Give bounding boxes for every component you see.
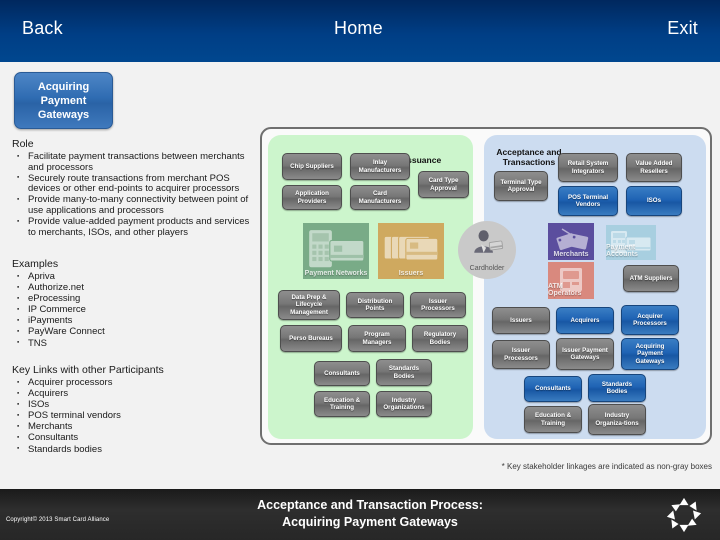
node-industry-organizations[interactable]: Industry Organizations <box>376 391 432 417</box>
list-item: iPayments <box>12 316 252 327</box>
key-links-heading: Key Links with other Participants <box>12 364 164 376</box>
examples-section: Examples Apriva Authorize.net eProcessin… <box>12 258 252 350</box>
node-issuers[interactable]: Issuers <box>492 307 550 334</box>
tile-payment-accounts[interactable]: Payment Accounts <box>606 225 656 260</box>
node-isos[interactable]: ISOs <box>626 186 682 216</box>
key-links-list: Acquirer processors Acquirers ISOs POS t… <box>12 377 252 456</box>
list-item: PayWare Connect <box>12 327 252 338</box>
node-standards-bodies[interactable]: Standards Bodies <box>588 374 646 402</box>
node-standards-bodies[interactable]: Standards Bodies <box>376 359 432 386</box>
node-industry-organizations[interactable]: Industry Organiza-tions <box>588 404 646 435</box>
list-item: POS terminal vendors <box>12 411 252 422</box>
list-item: Authorize.net <box>12 282 252 294</box>
node-perso-bureaus[interactable]: Perso Bureaus <box>280 325 342 352</box>
tile-merchants[interactable]: Merchants <box>548 223 594 260</box>
list-item: Provide many-to-many connectivity betwee… <box>12 195 252 216</box>
node-data-prep-lifecycle-management[interactable]: Data Prep & Lifecycle Management <box>278 290 340 320</box>
node-acquirer-processors[interactable]: Acquirer Processors <box>621 305 679 335</box>
node-card-type-approval[interactable]: Card Type Approval <box>418 171 469 198</box>
node-issuer-processors[interactable]: Issuer Processors <box>492 340 550 369</box>
node-atm-suppliers[interactable]: ATM Suppliers <box>623 265 679 292</box>
node-education-training[interactable]: Education & Training <box>314 391 370 417</box>
examples-list: Apriva Authorize.net eProcessing IP Comm… <box>12 271 252 350</box>
list-item: Acquirers <box>12 388 252 400</box>
tile-label: ATM Operators <box>548 283 582 297</box>
topic-line-3: Gateways <box>37 108 90 121</box>
role-heading: Role <box>12 138 34 150</box>
role-section: Role Facilitate payment transactions bet… <box>12 138 252 239</box>
key-links-section: Key Links with other Participants Acquir… <box>12 364 252 456</box>
list-item: eProcessing <box>12 294 252 305</box>
node-acquiring-payment-gateways[interactable]: Acquiring Payment Gateways <box>621 338 679 370</box>
node-distribution-points[interactable]: Distribution Points <box>346 292 404 318</box>
node-application-providers[interactable]: Application Providers <box>282 185 342 210</box>
top-navigation-bar: Back Home Exit <box>0 0 720 62</box>
list-item: Provide value-added payment products and… <box>12 216 252 238</box>
node-value-added-resellers[interactable]: Value Added Resellers <box>626 153 682 182</box>
slide-title-line-2: Acquiring Payment Gateways <box>282 515 458 529</box>
topic-line-1: Acquiring <box>37 80 90 93</box>
node-card-manufacturers[interactable]: Card Manufacturers <box>350 185 410 210</box>
node-pos-terminal-vendors[interactable]: POS Terminal Vendors <box>558 186 618 216</box>
tile-label: Merchants <box>553 251 589 258</box>
cardholder-label: Cardholder <box>469 265 505 272</box>
node-consultants[interactable]: Consultants <box>524 376 582 402</box>
tile-issuers[interactable]: Issuers <box>378 223 444 279</box>
list-item: IP Commerce <box>12 305 252 316</box>
examples-heading: Examples <box>12 258 59 270</box>
role-list: Facilitate payment transactions between … <box>12 151 252 238</box>
node-consultants[interactable]: Consultants <box>314 361 370 386</box>
list-item: Apriva <box>12 271 252 283</box>
left-content-column: Acquiring Payment Gateways Role Facilita… <box>0 62 258 462</box>
node-regulatory-bodies[interactable]: Regulatory Bodies <box>412 325 468 352</box>
issuance-panel: Issuance Chip Suppliers Inlay Manufactur… <box>268 135 473 439</box>
node-education-training[interactable]: Education & Training <box>524 406 582 433</box>
cardholder-person-icon <box>474 230 504 253</box>
tile-label: Issuers <box>398 270 424 277</box>
list-item: Acquirer processors <box>12 377 252 389</box>
tile-label: Payment Networks <box>304 270 368 277</box>
list-item: Securely route transactions from merchan… <box>12 173 252 195</box>
node-acquirers[interactable]: Acquirers <box>556 307 614 334</box>
smart-card-alliance-logo-icon <box>666 497 702 533</box>
stacked-cards-icon <box>383 235 439 261</box>
node-issuer-processors[interactable]: Issuer Processors <box>410 292 466 318</box>
acceptance-transactions-panel: Acceptance and Transactions Terminal Typ… <box>484 135 706 439</box>
tile-payment-networks[interactable]: Payment Networks <box>303 223 369 279</box>
slide-title: Acceptance and Transaction Process: Acqu… <box>180 497 560 531</box>
list-item: Facilitate payment transactions between … <box>12 151 252 173</box>
node-retail-system-integrators[interactable]: Retail System Integrators <box>558 153 618 182</box>
back-button[interactable]: Back <box>22 18 63 39</box>
slide-title-line-1: Acceptance and Transaction Process: <box>257 498 483 512</box>
topic-title-button[interactable]: Acquiring Payment Gateways <box>14 72 113 129</box>
diagram-footnote: * Key stakeholder linkages are indicated… <box>501 462 712 471</box>
stakeholder-diagram: Issuance Chip Suppliers Inlay Manufactur… <box>260 127 712 445</box>
list-item: Consultants <box>12 433 252 444</box>
list-item: Merchants <box>12 422 252 433</box>
list-item: Standards bodies <box>12 444 252 456</box>
node-issuer-payment-gateways[interactable]: Issuer Payment Gateways <box>556 338 614 370</box>
bottom-title-bar: Acceptance and Transaction Process: Acqu… <box>0 489 720 540</box>
node-chip-suppliers[interactable]: Chip Suppliers <box>282 153 342 180</box>
tile-atm-operators[interactable]: ATM Operators <box>548 262 594 299</box>
tile-label: Payment Accounts <box>606 244 638 258</box>
cardholder-node[interactable]: Cardholder <box>458 221 516 279</box>
pos-terminal-card-icon <box>309 230 365 268</box>
exit-button[interactable]: Exit <box>667 18 698 39</box>
list-item: TNS <box>12 338 252 350</box>
copyright-text: Copyright© 2013 Smart Card Alliance <box>6 517 110 523</box>
node-program-managers[interactable]: Program Managers <box>348 325 406 352</box>
list-item: ISOs <box>12 400 252 411</box>
topic-line-2: Payment <box>40 94 87 107</box>
home-button[interactable]: Home <box>334 18 383 39</box>
node-inlay-manufacturers[interactable]: Inlay Manufacturers <box>350 153 410 180</box>
node-terminal-type-approval[interactable]: Terminal Type Approval <box>494 171 548 201</box>
